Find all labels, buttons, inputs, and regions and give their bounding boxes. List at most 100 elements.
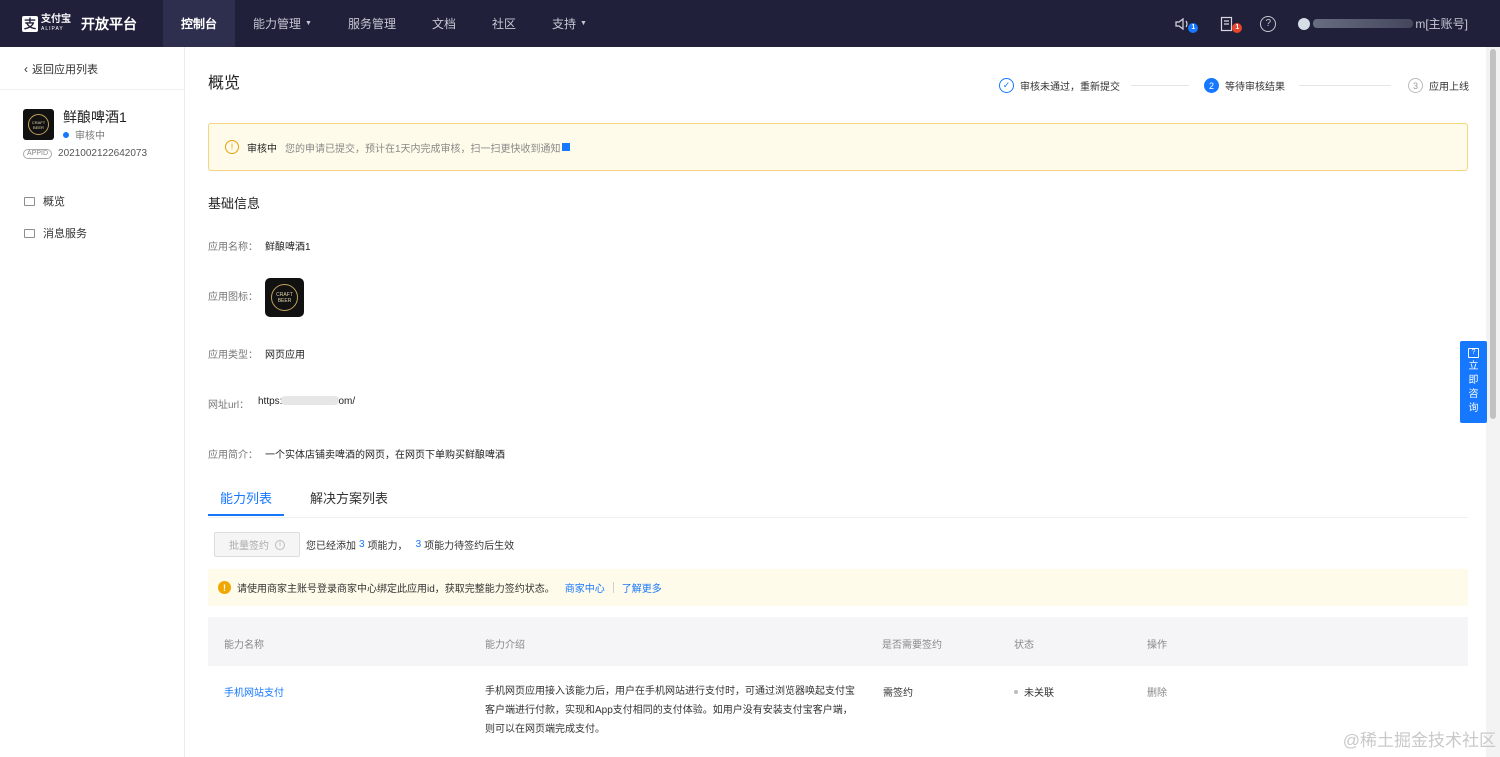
- app-icon: CRAFT BEER: [23, 109, 54, 140]
- app-name: 鲜酿啤酒1: [63, 109, 127, 125]
- logo-text: CRAFT BEER: [276, 291, 293, 304]
- warning-icon: !: [225, 140, 239, 154]
- status-dot-icon: [63, 131, 69, 138]
- nav-label: 控制台: [181, 17, 218, 31]
- consult-now-button[interactable]: ? 立 即 咨 询: [1460, 341, 1487, 423]
- help-icon[interactable]: ?: [1260, 15, 1277, 32]
- step-online: 3 应用上线: [1408, 78, 1469, 93]
- logo-text: CRAFT BEER: [31, 119, 46, 130]
- step-connector: [1299, 85, 1391, 86]
- added-count: 3: [359, 539, 365, 550]
- sidebar: ‹ 返回应用列表 CRAFT BEER 鲜酿啤酒1 审核中 APPID 2021…: [0, 47, 185, 757]
- info-intro: 应用简介： 一个实体店铺卖啤酒的网页，在网页下单购买鲜酿啤酒: [208, 446, 505, 461]
- appid-row: APPID 2021002122642073: [23, 148, 147, 159]
- nav-label: 社区: [492, 17, 517, 31]
- info-label: 应用类型：: [208, 350, 258, 361]
- alert-desc: 您的申请已提交，预计在1天内完成审核，扫一扫更快收到通知: [285, 143, 561, 155]
- info-value: https: om/: [258, 396, 355, 407]
- info-label: 应用图标：: [208, 292, 258, 303]
- app-icon-large: CRAFT BEER: [265, 278, 304, 317]
- sidebar-item-label: 消息服务: [43, 228, 87, 240]
- nav-item-capability[interactable]: 能力管理 ▼: [235, 0, 330, 47]
- craft-beer-logo-icon: CRAFT BEER: [28, 114, 49, 135]
- step-rejected: ✓ 审核未通过，重新提交: [999, 78, 1120, 93]
- tabs: 能力列表 解决方案列表: [208, 488, 400, 516]
- check-icon: ✓: [999, 78, 1014, 93]
- vertical-scrollbar[interactable]: [1486, 47, 1500, 757]
- column-header: 能力名称: [224, 640, 264, 651]
- url-suffix: om/: [338, 396, 356, 407]
- batch-row: 批量签约 i 您已经添加 3 项能力， 3 项能力待签约后生效: [214, 532, 514, 557]
- batch-text: 项能力待签约后生效: [424, 541, 515, 552]
- chat-icon: ?: [1468, 348, 1479, 358]
- notice-speaker-icon[interactable]: 1: [1172, 14, 1199, 34]
- qr-code-icon[interactable]: [561, 143, 570, 151]
- status-text: 未关联: [1024, 688, 1054, 699]
- capability-name-link[interactable]: 手机网站支付: [224, 684, 284, 699]
- brand[interactable]: 支 支付宝 ALIPAY 开放平台: [0, 0, 163, 47]
- status-cell: 未关联: [1014, 684, 1054, 699]
- step-label: 应用上线: [1429, 82, 1469, 93]
- nav-item-service[interactable]: 服务管理: [330, 0, 414, 47]
- tab-solution-list[interactable]: 解决方案列表: [310, 488, 400, 516]
- batch-sign-button[interactable]: 批量签约 i: [214, 532, 300, 557]
- delete-action[interactable]: 删除: [1147, 684, 1167, 699]
- nav-item-community[interactable]: 社区: [474, 0, 534, 47]
- step-connector: [1131, 85, 1189, 86]
- caret-down-icon: ▼: [305, 20, 312, 27]
- message-doc-icon[interactable]: 1: [1216, 14, 1243, 34]
- status-text: 审核中: [75, 131, 105, 142]
- main-content: 概览 ✓ 审核未通过，重新提交 2 等待审核结果 3 应用上线 ! 审核中 您的…: [186, 47, 1486, 757]
- brand-title: 开放平台: [81, 15, 137, 32]
- nav-label: 支持: [552, 17, 577, 31]
- alipay-mark-icon: 支: [22, 15, 38, 32]
- alipay-logo: 支 支付宝 ALIPAY: [22, 14, 71, 33]
- review-status-alert: ! 审核中 您的申请已提交，预计在1天内完成审核，扫一扫更快收到通知: [208, 123, 1468, 171]
- column-header: 状态: [1014, 640, 1034, 651]
- info-label: 网址url：: [208, 400, 250, 411]
- capability-desc: 手机网页应用接入该能力后，用户在手机网站进行支付时，可通过浏览器唤起支付宝客户端…: [485, 686, 855, 735]
- review-steps: ✓ 审核未通过，重新提交 2 等待审核结果 3 应用上线: [999, 78, 1469, 94]
- info-url: 网址url： https: om/: [208, 396, 355, 411]
- url-blurred: [281, 396, 340, 405]
- top-nav: 支 支付宝 ALIPAY 开放平台 控制台 能力管理 ▼ 服务管理 文档 社区 支…: [0, 0, 1500, 47]
- sign-required: 需签约: [883, 688, 913, 699]
- account-suffix: m[主账号]: [1415, 17, 1468, 31]
- column-header: 是否需要签约: [882, 640, 942, 651]
- sidebar-item-label: 概览: [43, 196, 65, 208]
- watermark: @稀土掘金技术社区: [1342, 731, 1496, 750]
- learn-more-link[interactable]: 了解更多: [622, 580, 662, 595]
- sidebar-item-overview[interactable]: 概览: [24, 185, 87, 217]
- info-label: 应用名称：: [208, 242, 258, 253]
- info-app-icon: 应用图标： CRAFT BEER: [208, 278, 304, 317]
- info-value: 网页应用: [265, 350, 305, 361]
- table-row: 手机网站支付 手机网页应用接入该能力后，用户在手机网站进行支付时，可通过浏览器唤…: [208, 666, 1468, 757]
- tabs-divider: [208, 517, 1468, 518]
- page-title: 概览: [208, 75, 241, 92]
- button-label: 批量签约: [229, 541, 269, 552]
- nav-item-console[interactable]: 控制台: [163, 0, 236, 47]
- info-app-type: 应用类型： 网页应用: [208, 346, 305, 361]
- tab-capability-list[interactable]: 能力列表: [208, 488, 285, 516]
- chevron-left-icon: ‹: [24, 62, 28, 76]
- account-menu[interactable]: m[主账号]: [1298, 15, 1468, 32]
- info-value: 鲜酿啤酒1: [265, 242, 311, 253]
- account-name-blurred: [1313, 19, 1414, 28]
- avatar: [1298, 17, 1311, 30]
- back-to-app-list[interactable]: ‹ 返回应用列表: [24, 61, 98, 77]
- status-dot-icon: [1014, 689, 1018, 694]
- back-label: 返回应用列表: [32, 64, 98, 76]
- merchant-center-link[interactable]: 商家中心: [565, 580, 605, 595]
- sidebar-item-message-service[interactable]: 消息服务: [24, 217, 87, 249]
- nav-item-support[interactable]: 支持 ▼: [534, 0, 605, 47]
- nav-item-docs[interactable]: 文档: [414, 0, 474, 47]
- appid-value: 2021002122642073: [58, 148, 147, 159]
- step-number: 2: [1204, 78, 1219, 93]
- scroll-thumb[interactable]: [1490, 49, 1496, 419]
- consult-char: 即: [1468, 375, 1479, 386]
- nav-label: 服务管理: [347, 17, 396, 31]
- monitor-icon: [24, 228, 35, 238]
- nav-label: 能力管理: [253, 17, 302, 31]
- url-prefix: https:: [258, 396, 283, 407]
- tip-text: 请使用商家主账号登录商家中心绑定此应用id，获取完整能力签约状态。: [237, 584, 555, 595]
